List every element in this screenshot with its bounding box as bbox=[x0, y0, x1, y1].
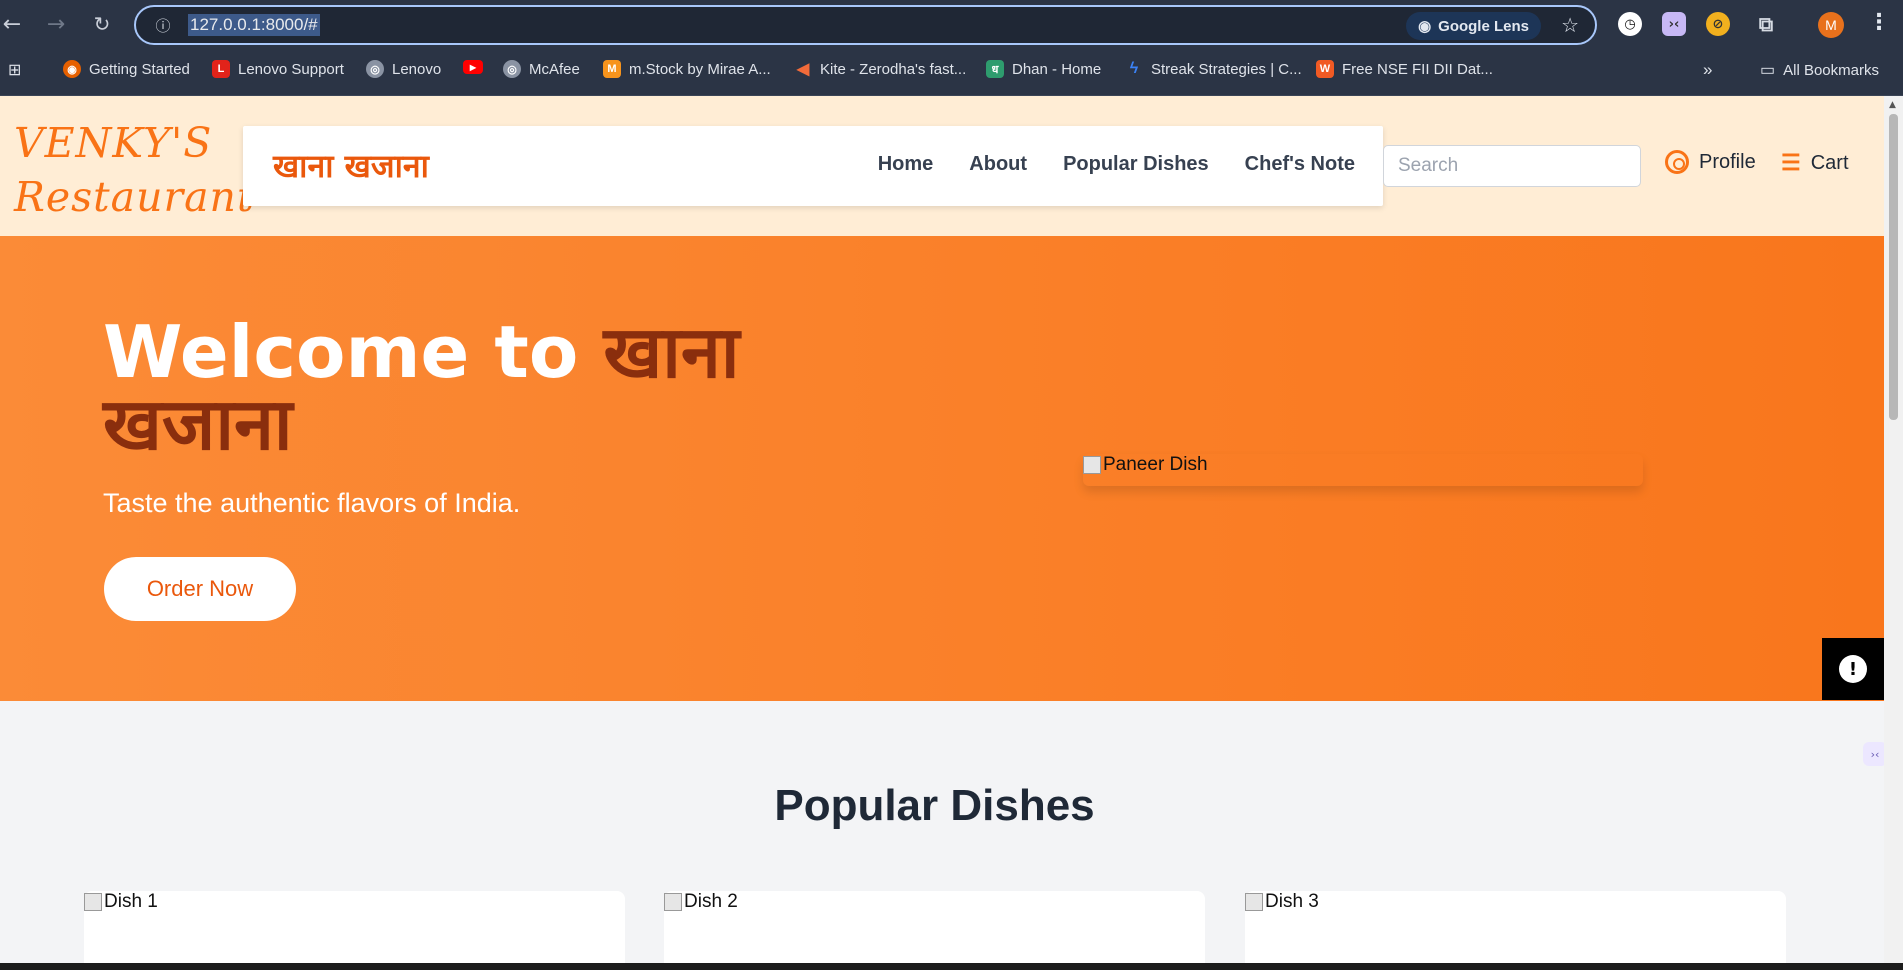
apps-grid-icon[interactable]: ⊞ bbox=[8, 60, 21, 80]
profile-avatar[interactable]: M bbox=[1818, 12, 1844, 38]
hero-subtitle: Taste the authentic flavors of India. bbox=[103, 488, 521, 518]
extensions-puzzle-icon[interactable]: ⧉ bbox=[1754, 12, 1778, 36]
nav-link-about[interactable]: About bbox=[969, 153, 1027, 176]
restaurant-logo[interactable]: VENKY'S Restaurant bbox=[14, 116, 254, 224]
mstock-icon: M bbox=[603, 60, 621, 78]
bottom-edge bbox=[0, 963, 1903, 970]
scroll-up-arrow-icon[interactable]: ▲ bbox=[1889, 100, 1896, 110]
dish-card[interactable]: Dish 1 bbox=[84, 891, 625, 966]
bookmark-getting-started[interactable]: ◉ Getting Started bbox=[63, 60, 190, 78]
hero-section: Welcome to खाना खजाना Taste the authenti… bbox=[0, 236, 1884, 701]
browser-menu-icon[interactable]: ⋮ bbox=[1868, 10, 1890, 35]
reload-icon[interactable]: ↻ bbox=[86, 8, 118, 40]
paneer-dish-image: Paneer Dish bbox=[1083, 454, 1643, 486]
bookmark-lenovo-support[interactable]: L Lenovo Support bbox=[212, 60, 344, 78]
broken-image-icon bbox=[1245, 893, 1263, 911]
bookmark-star-icon[interactable]: ☆ bbox=[1561, 13, 1579, 37]
hero-title: Welcome to खाना खजाना bbox=[103, 310, 740, 466]
vertical-scrollbar[interactable]: ▲ bbox=[1884, 96, 1903, 966]
chat-bubble-icon: ! bbox=[1839, 655, 1867, 683]
forward-arrow-icon[interactable]: → bbox=[40, 8, 72, 40]
dish-image-alt: Dish 3 bbox=[1265, 891, 1319, 912]
globe-icon: ◎ bbox=[503, 60, 521, 78]
bookmark-kite[interactable]: ◀ Kite - Zerodha's fast... bbox=[794, 60, 966, 79]
site-info-icon[interactable]: ⓘ bbox=[148, 15, 178, 36]
extension-face-icon[interactable]: ›‹ bbox=[1662, 12, 1686, 36]
scrollbar-thumb[interactable] bbox=[1889, 114, 1898, 420]
order-now-button[interactable]: Order Now bbox=[104, 557, 296, 621]
lens-icon: ◉ bbox=[1418, 18, 1432, 35]
all-bookmarks-folder[interactable]: ▭ All Bookmarks bbox=[1760, 60, 1879, 80]
address-bar[interactable]: ⓘ 127.0.0.1:8000/# ◉ Google Lens ☆ bbox=[134, 5, 1597, 45]
broken-image-icon bbox=[664, 893, 682, 911]
bookmarks-bar: ⊞ ◉ Getting Started L Lenovo Support ◎ Leno… bbox=[0, 49, 1903, 96]
broken-image-icon bbox=[84, 893, 102, 911]
profile-label: Profile bbox=[1699, 150, 1756, 173]
broken-image-icon bbox=[1083, 456, 1101, 474]
extension-no-icon[interactable]: ⊘ bbox=[1706, 12, 1730, 36]
url-text[interactable]: 127.0.0.1:8000/# bbox=[188, 14, 320, 36]
dish-card[interactable]: Dish 2 bbox=[664, 891, 1205, 966]
more-bookmarks-button[interactable]: » bbox=[1703, 60, 1712, 80]
nav-link-home[interactable]: Home bbox=[878, 153, 934, 176]
firefox-icon: ◉ bbox=[63, 60, 81, 78]
dish-image-alt: Dish 2 bbox=[684, 891, 738, 912]
extension-clock-icon[interactable]: ◷ bbox=[1618, 12, 1642, 36]
bookmark-mstock[interactable]: Mm.Stock by Mirae A... bbox=[603, 60, 771, 78]
globe-icon: ◎ bbox=[366, 60, 384, 78]
youtube-icon: ▶ bbox=[463, 60, 483, 74]
browser-toolbar: ← → ↻ ⓘ 127.0.0.1:8000/# ◉ Google Lens ☆… bbox=[0, 0, 1903, 49]
bookmark-dhan[interactable]: ध Dhan - Home bbox=[986, 60, 1101, 78]
dish-image-alt: Dish 1 bbox=[104, 891, 158, 912]
popular-dishes-title: Popular Dishes bbox=[774, 781, 1095, 830]
google-lens-button[interactable]: ◉ Google Lens bbox=[1406, 12, 1541, 40]
kite-icon: ◀ bbox=[796, 61, 810, 78]
cart-link[interactable]: ☰ Cart bbox=[1781, 150, 1849, 176]
dhan-icon: ध bbox=[986, 60, 1004, 78]
main-navbar: खाना खजाना Home About Popular Dishes Che… bbox=[243, 126, 1383, 206]
side-extension-widget-icon[interactable]: ›‹ bbox=[1863, 742, 1884, 766]
bookmark-streak[interactable]: ϟ Streak Strategies | C... bbox=[1125, 60, 1302, 78]
bookmark-youtube[interactable]: ▶ bbox=[463, 60, 491, 74]
folder-icon: ▭ bbox=[1760, 62, 1776, 79]
dish-card[interactable]: Dish 3 bbox=[1245, 891, 1786, 966]
search-input[interactable] bbox=[1383, 145, 1641, 187]
bookmark-lenovo[interactable]: ◎ Lenovo bbox=[366, 60, 441, 78]
nse-icon: W bbox=[1316, 60, 1334, 78]
feedback-widget-button[interactable]: ! bbox=[1822, 638, 1884, 700]
nav-link-popular-dishes[interactable]: Popular Dishes bbox=[1063, 153, 1209, 176]
page-viewport: VENKY'S Restaurant खाना खजाना Home About… bbox=[0, 96, 1884, 966]
cart-icon: ☰ bbox=[1781, 150, 1801, 175]
image-alt-text: Paneer Dish bbox=[1103, 454, 1208, 475]
nav-link-chefs-note[interactable]: Chef's Note bbox=[1245, 153, 1355, 176]
nav-logo[interactable]: खाना खजाना bbox=[273, 144, 429, 187]
back-arrow-icon[interactable]: ← bbox=[0, 8, 28, 40]
profile-link[interactable]: Profile bbox=[1665, 150, 1756, 174]
cart-label: Cart bbox=[1810, 151, 1849, 174]
lens-label: Google Lens bbox=[1438, 17, 1529, 35]
lightning-icon: ϟ bbox=[1129, 60, 1139, 77]
bookmark-nse-fii[interactable]: W Free NSE FII DII Dat... bbox=[1316, 60, 1493, 78]
lenovo-l-icon: L bbox=[212, 60, 230, 78]
site-header: VENKY'S Restaurant खाना खजाना Home About… bbox=[0, 96, 1884, 236]
profile-icon bbox=[1665, 150, 1689, 174]
nav-links: Home About Popular Dishes Chef's Note bbox=[878, 153, 1355, 176]
bookmark-mcafee[interactable]: ◎ McAfee bbox=[503, 60, 580, 78]
